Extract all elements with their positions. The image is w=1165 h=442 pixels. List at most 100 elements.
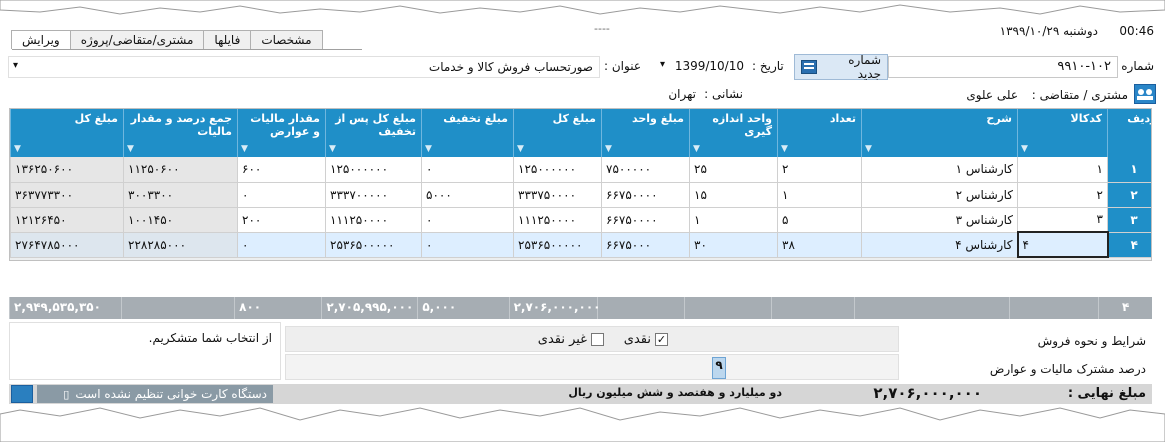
unit-price-cell[interactable]: ۶۶۷۵۰۰۰ bbox=[601, 232, 690, 258]
table-row[interactable]: ۱ ۱ کارشناس ۱ ۲ ۲۵ ۷۵۰۰۰۰۰ ۱۲۵۰۰۰۰۰۰ ۰ ۱… bbox=[10, 157, 1151, 183]
title-field[interactable]: صورتحساب فروش کالا و خدمات ▾ bbox=[8, 56, 600, 78]
unit-cell[interactable]: ۲۵ bbox=[689, 157, 778, 183]
final-amount-words: دو میلیارد و هفتصد و شش میلیون ریال bbox=[568, 386, 782, 399]
tab-specs[interactable]: مشخصات bbox=[250, 30, 323, 49]
tax-percent-field[interactable]: ۹ bbox=[712, 357, 726, 379]
unit-price-cell[interactable]: ۷۵۰۰۰۰۰ bbox=[601, 157, 690, 183]
current-date: دوشنبه ۱۳۹۹/۱۰/۲۹ bbox=[999, 24, 1098, 38]
tax-amount-cell[interactable]: ۰ bbox=[237, 232, 326, 258]
col-header-unit[interactable]: واحد اندازه گیری ▼ bbox=[689, 109, 778, 157]
discount-cell[interactable]: ۰ bbox=[421, 232, 514, 258]
customer-value: علی علوی bbox=[966, 88, 1018, 102]
torn-edge-bottom bbox=[0, 407, 1165, 442]
row-number-cell[interactable]: ۴ bbox=[1107, 232, 1151, 258]
after-discount-cell[interactable]: ۳۳۳۷۰۰۰۰۰ bbox=[325, 182, 422, 208]
filter-icon[interactable]: ▼ bbox=[693, 144, 700, 154]
col-header-grand-total[interactable]: مبلغ کل ▼ bbox=[10, 109, 124, 157]
new-number-button[interactable]: شماره جدید bbox=[794, 53, 888, 81]
col-header-discount[interactable]: مبلغ تخفیف ▼ bbox=[421, 109, 514, 157]
col-header-tax-amount[interactable]: مقدار مالیات و عوارض ▼ bbox=[237, 109, 326, 157]
discount-cell[interactable]: ۰ bbox=[421, 207, 514, 233]
table-row[interactable]: ۳ ۳ کارشناس ۳ ۵ ۱ ۶۶۷۵۰۰۰۰ ۱۱۱۲۵۰۰۰۰ ۰ ۱… bbox=[10, 207, 1151, 233]
code-cell[interactable]: ۱ bbox=[1017, 157, 1108, 183]
code-cell-active[interactable]: ۴ bbox=[1016, 231, 1109, 258]
col-header-code[interactable]: کدکالا ▼ bbox=[1017, 109, 1108, 157]
invoice-number-field[interactable]: ۹۹۱۰-۱۰۲ bbox=[888, 56, 1118, 78]
final-amount-label: مبلغ نهایی : bbox=[1067, 386, 1146, 401]
unit-price-cell[interactable]: ۶۶۷۵۰۰۰۰ bbox=[601, 207, 690, 233]
after-discount-cell[interactable]: ۲۵۳۶۵۰۰۰۰۰ bbox=[325, 232, 422, 258]
code-cell[interactable]: ۳ bbox=[1017, 207, 1108, 233]
discount-cell[interactable]: ۰ bbox=[421, 157, 514, 183]
filter-icon[interactable]: ▼ bbox=[865, 144, 872, 154]
table-row-selected[interactable]: ۴ ۴ کارشناس ۴ ۳۸ ۳۰ ۶۶۷۵۰۰۰ ۲۵۳۶۵۰۰۰۰۰ ۰… bbox=[10, 231, 1151, 258]
filter-icon[interactable]: ▼ bbox=[1021, 144, 1028, 154]
total-cell[interactable]: ۱۲۵۰۰۰۰۰۰ bbox=[513, 157, 602, 183]
col-header-quantity[interactable]: تعداد ▼ bbox=[777, 109, 862, 157]
tab-customer-project[interactable]: مشتری/متقاضی/پروژه bbox=[69, 30, 205, 49]
filter-icon[interactable]: ▼ bbox=[241, 144, 248, 154]
unit-price-cell[interactable]: ۶۶۷۵۰۰۰۰ bbox=[601, 182, 690, 208]
tab-files[interactable]: فایلها bbox=[203, 30, 252, 49]
date-label: تاریخ : bbox=[752, 59, 784, 73]
cash-checkbox[interactable]: ✓ نقدی bbox=[624, 332, 668, 347]
code-cell[interactable]: ۲ bbox=[1017, 182, 1108, 208]
tax-amount-cell[interactable]: ۰ bbox=[237, 182, 326, 208]
tax-amount-cell[interactable]: ۲۰۰ bbox=[237, 207, 326, 233]
unit-cell[interactable]: ۱۵ bbox=[689, 182, 778, 208]
chevron-down-icon[interactable]: ▾ bbox=[660, 59, 665, 70]
filter-icon[interactable]: ▼ bbox=[127, 144, 134, 154]
checkbox-checked-icon: ✓ bbox=[655, 333, 668, 346]
grand-total-cell: ۳۶۳۷۷۳۳۰۰ bbox=[10, 182, 124, 208]
quantity-cell[interactable]: ۵ bbox=[777, 207, 862, 233]
filter-icon[interactable]: ▼ bbox=[781, 144, 788, 154]
tax-amount-cell[interactable]: ۶۰۰ bbox=[237, 157, 326, 183]
unit-cell[interactable]: ۱ bbox=[689, 207, 778, 233]
footer-row-count: ۴ bbox=[1098, 297, 1152, 319]
col-header-after-discount[interactable]: مبلغ کل پس از تخفیف ▼ bbox=[325, 109, 422, 157]
row-number-cell[interactable]: ۳ bbox=[1107, 207, 1151, 233]
table-row[interactable]: ۲ ۲ کارشناس ۲ ۱ ۱۵ ۶۶۷۵۰۰۰۰ ۳۳۳۷۵۰۰۰۰ ۵۰… bbox=[10, 182, 1151, 208]
description-cell[interactable]: کارشناس ۲ bbox=[861, 182, 1018, 208]
quantity-cell[interactable]: ۱ bbox=[777, 182, 862, 208]
description-cell[interactable]: کارشناس ۱ bbox=[861, 157, 1018, 183]
description-cell[interactable]: کارشناس ۳ bbox=[861, 207, 1018, 233]
total-cell[interactable]: ۲۵۳۶۵۰۰۰۰۰ bbox=[513, 232, 602, 258]
filter-icon[interactable]: ▼ bbox=[329, 144, 336, 154]
col-header-description[interactable]: شرح ▼ bbox=[861, 109, 1018, 157]
description-cell[interactable]: کارشناس ۴ bbox=[861, 232, 1018, 258]
customer-picker-icon[interactable] bbox=[1134, 84, 1156, 104]
date-picker[interactable]: 1399/10/10 ▾ bbox=[658, 56, 748, 78]
discount-cell[interactable]: ۵۰۰۰ bbox=[421, 182, 514, 208]
col-header-row-number[interactable]: ردیف bbox=[1107, 109, 1151, 157]
address-label: نشانی : bbox=[704, 87, 743, 101]
col-header-total[interactable]: مبلغ کل ▼ bbox=[513, 109, 602, 157]
total-cell[interactable]: ۳۳۳۷۵۰۰۰۰ bbox=[513, 182, 602, 208]
filter-icon[interactable]: ▼ bbox=[517, 144, 524, 154]
footer-discount: ۵,۰۰۰ bbox=[417, 297, 508, 319]
tax-percent-area: ۹ bbox=[285, 354, 899, 380]
total-cell[interactable]: ۱۱۱۲۵۰۰۰۰ bbox=[513, 207, 602, 233]
after-discount-cell[interactable]: ۱۲۵۰۰۰۰۰۰ bbox=[325, 157, 422, 183]
invoice-grid: ردیف کدکالا▼ شرح▼ تعداد▼ واحد اندازه گیر… bbox=[9, 108, 1152, 261]
unit-cell[interactable]: ۳۰ bbox=[689, 232, 778, 258]
footer-empty bbox=[854, 297, 1009, 319]
col-header-unit-price[interactable]: مبلغ واحد ▼ bbox=[601, 109, 690, 157]
noncash-checkbox[interactable]: غیر نقدی bbox=[538, 332, 604, 347]
title-dropdown-icon[interactable]: ▾ bbox=[13, 60, 18, 71]
filter-icon[interactable]: ▼ bbox=[425, 144, 432, 154]
new-number-label: شماره جدید bbox=[848, 53, 881, 81]
quantity-cell[interactable]: ۳۸ bbox=[777, 232, 862, 258]
notes-field[interactable]: از انتخاب شما متشکریم. bbox=[9, 322, 281, 380]
row-number-cell[interactable]: ۱ bbox=[1107, 157, 1151, 183]
filter-icon[interactable]: ▼ bbox=[14, 144, 21, 154]
after-discount-cell[interactable]: ۱۱۱۲۵۰۰۰۰ bbox=[325, 207, 422, 233]
conditions-label: شرایط و نحوه فروش bbox=[1037, 334, 1146, 348]
filter-icon[interactable]: ▼ bbox=[605, 144, 612, 154]
tab-edit[interactable]: ویرایش bbox=[11, 30, 71, 49]
quantity-cell[interactable]: ۲ bbox=[777, 157, 862, 183]
row-number-cell[interactable]: ۲ bbox=[1107, 182, 1151, 208]
col-header-tax-sum[interactable]: جمع درصد و مقدار مالیات ▼ bbox=[123, 109, 238, 157]
footer-empty bbox=[1009, 297, 1098, 319]
checkbox-unchecked-icon bbox=[591, 333, 604, 346]
